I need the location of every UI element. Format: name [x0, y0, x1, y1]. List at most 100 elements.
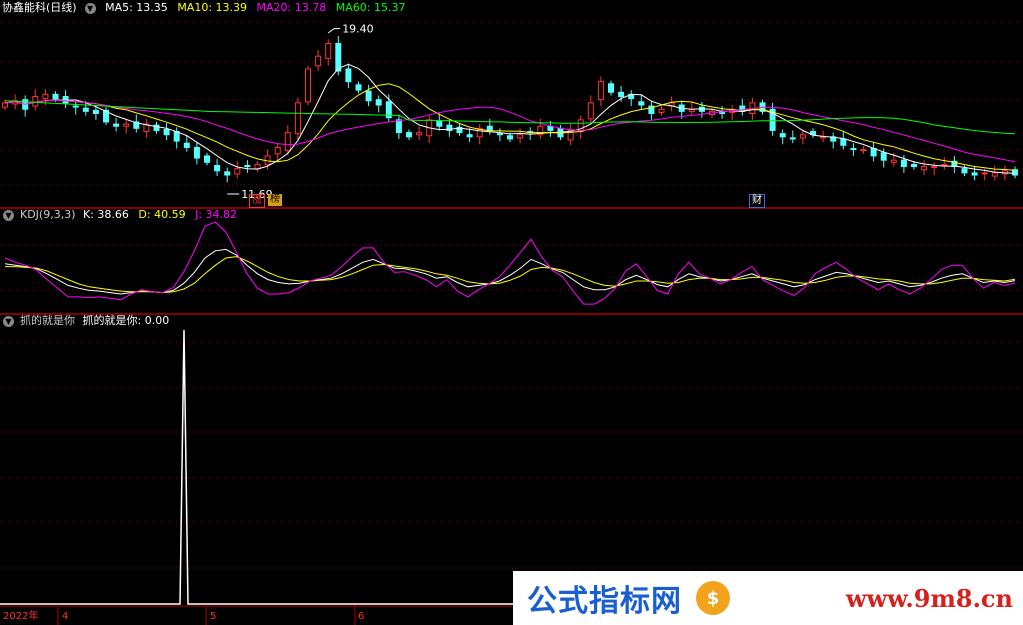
main-chart-header: 协鑫能科(日线) ▼ MA5: 13.35 MA10: 13.39 MA20: 1…: [0, 0, 411, 16]
candle-body: [719, 111, 726, 114]
candle-body: [961, 168, 968, 174]
high-price-pointer: [327, 28, 341, 34]
watermark-banner: 公式指标网 $ www.9m8.cn: [513, 571, 1023, 625]
candle-body: [244, 164, 251, 168]
coin-logo-icon: $: [696, 581, 730, 615]
candle-body: [214, 164, 221, 172]
candle-body: [204, 155, 210, 163]
candle-body: [466, 134, 473, 138]
candle-body: [234, 168, 241, 175]
candle-body: [860, 149, 867, 152]
candle-body: [608, 83, 614, 93]
candle-body: [52, 93, 59, 100]
candle-body: [870, 148, 877, 157]
candle-body: [587, 102, 594, 120]
candle-body: [335, 42, 342, 72]
dropdown-icon[interactable]: ▼: [3, 209, 14, 221]
candle-body: [92, 109, 99, 114]
candle-body: [658, 108, 665, 113]
candle-body: [113, 123, 120, 127]
candle-body: [395, 119, 402, 134]
candle-body: [931, 166, 938, 169]
x-label-april: 4: [62, 611, 69, 622]
ma60-label: MA60: 15.37: [335, 1, 406, 14]
candle-body: [911, 163, 917, 168]
kdj-title[interactable]: KDJ(9,3,3): [20, 208, 76, 221]
indicator-title[interactable]: 抓的就是你: [20, 314, 75, 327]
candle-body: [517, 134, 524, 139]
candle-body: [416, 132, 423, 136]
watermark-site-name: 公式指标网: [527, 584, 682, 619]
ma20-label: MA20: 13.78: [256, 1, 327, 14]
candle-body: [638, 101, 645, 106]
finance-badge[interactable]: 财: [749, 194, 765, 208]
candle-body: [547, 125, 554, 131]
candle-body: [274, 146, 281, 155]
candle-body: [193, 146, 200, 159]
k-label: K: 38.66: [83, 208, 129, 221]
candle-body: [305, 68, 311, 103]
candle-body: [365, 90, 372, 102]
k-line: [4, 248, 1016, 295]
high-price-label: 19.40: [342, 23, 374, 36]
candle-body: [921, 166, 928, 171]
d-label: D: 40.59: [138, 208, 186, 221]
candle-body: [32, 96, 39, 107]
candle-body: [981, 172, 988, 175]
candle-body: [789, 137, 796, 140]
candle-body: [850, 148, 857, 151]
candle-body: [597, 81, 604, 101]
candle-body: [163, 128, 170, 136]
limit-up-badge[interactable]: 涨: [249, 194, 265, 208]
candle-body: [224, 171, 231, 176]
x-label-june: 6: [358, 611, 365, 622]
signal-line: [0, 329, 1023, 605]
candle-body: [254, 163, 261, 170]
j-label: J: 34.82: [195, 208, 238, 221]
candle-body: [183, 142, 190, 148]
candle-body: [123, 123, 130, 127]
candle-body: [355, 84, 362, 91]
j-line: [4, 221, 1016, 305]
candle-body: [577, 119, 584, 133]
candle-body: [799, 134, 806, 139]
candle-body: [345, 68, 352, 83]
candle-body: [840, 138, 847, 146]
x-label-may: 5: [210, 611, 217, 622]
rank-badge[interactable]: 榜: [268, 194, 282, 206]
candle-body: [618, 91, 625, 98]
candle-body: [173, 131, 180, 142]
candle-body: [62, 96, 69, 104]
ma5-label: MA5: 13.35: [105, 1, 168, 14]
dropdown-icon[interactable]: ▼: [84, 2, 96, 14]
candle-body: [325, 42, 332, 59]
candle-body: [72, 105, 79, 108]
watermark-url: www.9m8.cn: [845, 583, 1013, 613]
candle-body: [486, 125, 493, 131]
candle-body: [971, 172, 978, 176]
kdj-header: ▼ KDJ(9,3,3) K: 38.66 D: 40.59 J: 34.82: [0, 207, 243, 223]
candle-body: [900, 159, 907, 168]
candle-body: [294, 102, 301, 135]
ma10-label: MA10: 13.39: [177, 1, 248, 14]
candle-body: [941, 163, 948, 166]
candle-body: [880, 152, 887, 161]
candle-body: [284, 132, 291, 152]
indicator-header: ▼ 抓的就是你 抓的就是你: 0.00: [0, 313, 175, 329]
candle-body: [2, 102, 8, 108]
candle-body: [315, 55, 322, 67]
candle-body: [42, 93, 49, 100]
candle-body: [507, 135, 513, 140]
candle-body: [82, 107, 89, 112]
x-label-year: 2022年: [3, 611, 39, 622]
dropdown-icon[interactable]: ▼: [3, 315, 14, 327]
candle-body: [406, 132, 412, 138]
candle-body: [436, 120, 443, 127]
indicator-value: 抓的就是你: 0.00: [82, 314, 170, 327]
stock-title[interactable]: 协鑫能科(日线): [2, 1, 77, 14]
candle-body: [496, 133, 503, 136]
candle-body: [375, 99, 382, 106]
d-line: [5, 256, 1016, 294]
candle-body: [890, 159, 897, 163]
candle-body: [779, 133, 786, 138]
